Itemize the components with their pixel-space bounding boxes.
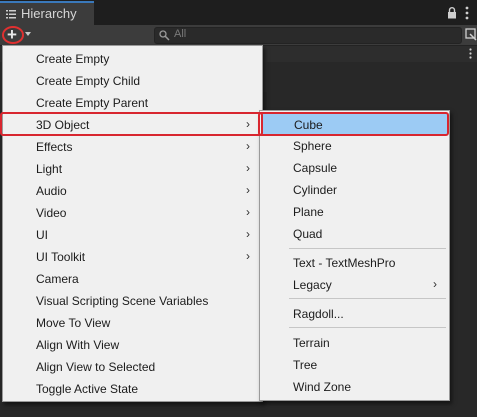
- menu-item-wind-zone[interactable]: Wind Zone: [261, 376, 448, 398]
- menu-item-label: Legacy: [293, 278, 332, 292]
- menu-item-label: Visual Scripting Scene Variables: [36, 294, 209, 308]
- menu-item-label: Toggle Active State: [36, 382, 139, 396]
- menu-item-light[interactable]: Light ›: [4, 158, 261, 180]
- menu-item-label: Light: [36, 162, 63, 176]
- menu-item-move-to-view[interactable]: Move To View: [4, 312, 261, 334]
- menu-item-plane[interactable]: Plane: [261, 201, 448, 223]
- menu-item-label: 3D Object: [36, 118, 90, 132]
- menu-item-cylinder[interactable]: Cylinder: [261, 179, 448, 201]
- menu-item-toggle-active-state[interactable]: Toggle Active State: [4, 378, 261, 400]
- menu-item-align-with-view[interactable]: Align With View: [4, 334, 261, 356]
- menu-item-quad[interactable]: Quad: [261, 223, 448, 245]
- menu-item-align-view-to-selected[interactable]: Align View to Selected: [4, 356, 261, 378]
- 3d-object-submenu: Cube Sphere Capsule Cylinder Plane Quad Text -…: [259, 110, 450, 401]
- plus-icon: +: [7, 25, 17, 44]
- menu-item-ui-toolkit[interactable]: UI Toolkit ›: [4, 246, 261, 268]
- tab-strip: Hierarchy: [0, 0, 477, 25]
- search-placeholder: All: [174, 28, 187, 40]
- tab-hierarchy[interactable]: Hierarchy: [0, 1, 94, 25]
- submenu-arrow-icon: ›: [246, 227, 250, 241]
- search-input[interactable]: All: [154, 27, 462, 44]
- menu-item-label: Plane: [293, 205, 324, 219]
- menu-separator: [289, 298, 446, 299]
- menu-item-terrain[interactable]: Terrain: [261, 332, 448, 354]
- menu-separator: [289, 327, 446, 328]
- menu-item-label: Effects: [36, 140, 73, 154]
- submenu-arrow-icon: ›: [246, 161, 250, 175]
- search-icon: [159, 30, 170, 41]
- kebab-menu-icon[interactable]: [469, 48, 472, 59]
- menu-item-label: Terrain: [293, 336, 330, 350]
- menu-item-label: Camera: [36, 272, 79, 286]
- hierarchy-toolbar: + All: [0, 25, 477, 46]
- menu-item-create-empty[interactable]: Create Empty: [4, 48, 261, 70]
- tab-title: Hierarchy: [21, 6, 77, 21]
- menu-item-label: Capsule: [293, 161, 338, 175]
- menu-item-create-empty-parent[interactable]: Create Empty Parent: [4, 92, 261, 114]
- menu-item-label: Cylinder: [293, 183, 338, 197]
- submenu-arrow-icon: ›: [246, 183, 250, 197]
- menu-item-text-textmeshpro[interactable]: Text - TextMeshPro: [261, 252, 448, 274]
- lock-icon[interactable]: [447, 7, 457, 19]
- chevron-down-icon[interactable]: [25, 32, 31, 36]
- menu-item-audio[interactable]: Audio ›: [4, 180, 261, 202]
- add-button[interactable]: +: [2, 25, 24, 44]
- menu-item-label: Ragdoll...: [293, 307, 344, 321]
- menu-item-label: Cube: [294, 118, 323, 132]
- menu-item-visual-scripting-scene-variables[interactable]: Visual Scripting Scene Variables: [4, 290, 261, 312]
- scene-visibility-icon[interactable]: [465, 28, 477, 41]
- menu-item-label: UI Toolkit: [36, 250, 86, 264]
- menu-item-create-empty-child[interactable]: Create Empty Child: [4, 70, 261, 92]
- menu-item-label: Create Empty Child: [36, 74, 141, 88]
- menu-item-legacy[interactable]: Legacy ›: [261, 274, 448, 296]
- menu-item-label: Sphere: [293, 139, 332, 153]
- submenu-arrow-icon: ›: [246, 205, 250, 219]
- menu-item-capsule[interactable]: Capsule: [261, 157, 448, 179]
- menu-item-video[interactable]: Video ›: [4, 202, 261, 224]
- menu-item-3d-object[interactable]: 3D Object ›: [4, 114, 261, 136]
- menu-item-effects[interactable]: Effects ›: [4, 136, 261, 158]
- menu-item-sphere[interactable]: Sphere: [261, 135, 448, 157]
- menu-item-label: Create Empty Parent: [36, 96, 149, 110]
- submenu-arrow-icon: ›: [246, 249, 250, 263]
- submenu-arrow-icon: ›: [433, 277, 437, 291]
- create-context-menu: Create Empty Create Empty Child Create Emp…: [2, 45, 263, 402]
- kebab-menu-icon[interactable]: [465, 6, 469, 20]
- hierarchy-list-icon: [6, 10, 16, 19]
- menu-item-ui[interactable]: UI ›: [4, 224, 261, 246]
- menu-item-label: Video: [36, 206, 67, 220]
- submenu-arrow-icon: ›: [246, 139, 250, 153]
- menu-item-camera[interactable]: Camera: [4, 268, 261, 290]
- menu-item-label: Align With View: [36, 338, 120, 352]
- menu-item-label: Text - TextMeshPro: [293, 256, 396, 270]
- menu-item-ragdoll[interactable]: Ragdoll...: [261, 303, 448, 325]
- menu-separator: [289, 248, 446, 249]
- menu-item-label: Move To View: [36, 316, 111, 330]
- menu-item-label: Create Empty: [36, 52, 110, 66]
- menu-item-label: UI: [36, 228, 48, 242]
- menu-item-label: Tree: [293, 358, 318, 372]
- submenu-arrow-icon: ›: [246, 117, 250, 131]
- menu-item-label: Audio: [36, 184, 67, 198]
- menu-item-label: Quad: [293, 227, 323, 241]
- menu-item-tree[interactable]: Tree: [261, 354, 448, 376]
- menu-item-label: Wind Zone: [293, 380, 352, 394]
- menu-item-cube[interactable]: Cube: [261, 113, 448, 135]
- menu-item-label: Align View to Selected: [36, 360, 156, 374]
